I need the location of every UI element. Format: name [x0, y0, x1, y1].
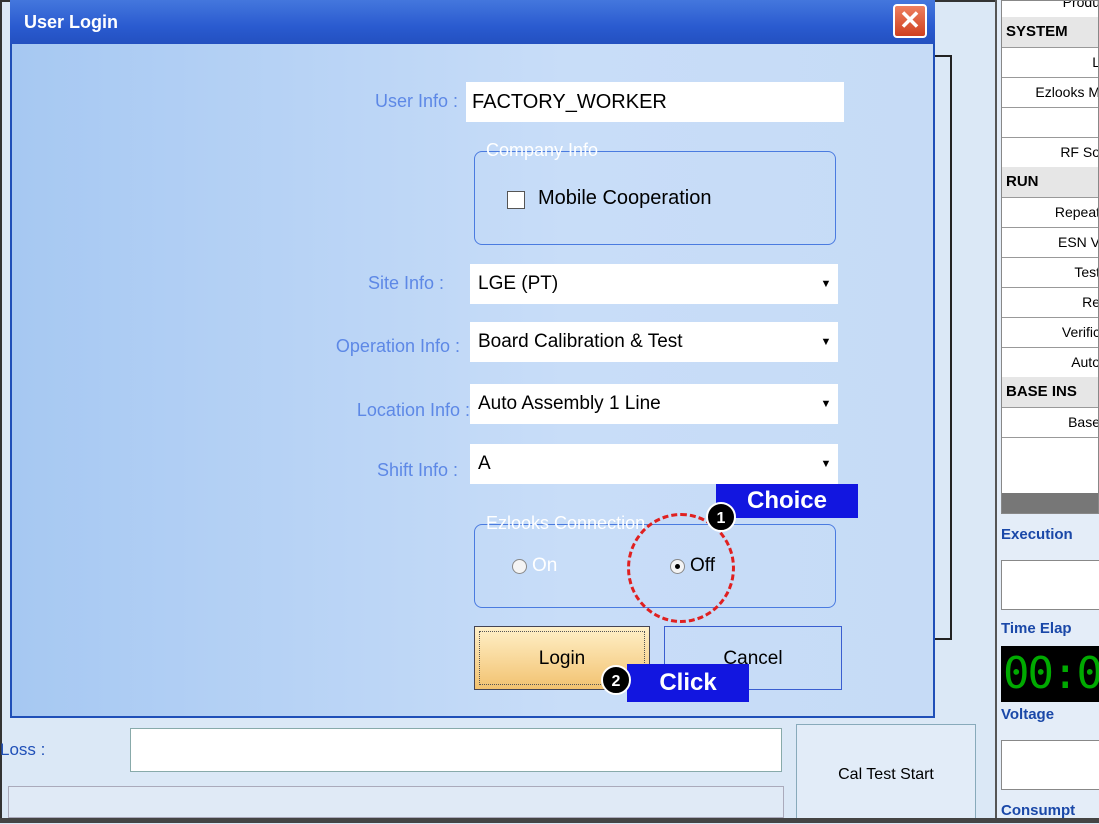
site-info-dropdown[interactable]: LGE (PT) ▼ [470, 264, 838, 304]
bottom-border [0, 818, 1099, 823]
cal-test-start-button[interactable]: Cal Test Start [796, 724, 976, 823]
chevron-down-icon[interactable]: ▼ [814, 324, 838, 360]
table-row: Auto [1002, 347, 1098, 378]
voltage-label: Voltage [1001, 706, 1055, 723]
step-1-badge: 1 [706, 502, 736, 532]
time-elapsed-display: 00:00 [1001, 646, 1099, 702]
user-info-field[interactable]: FACTORY_WORKER [466, 82, 844, 122]
table-row: L [1002, 47, 1098, 78]
user-info-label: User Info : [374, 91, 458, 111]
mobile-cooperation-label: Mobile Cooperation [538, 187, 712, 209]
consumption-label: Consumpt [1001, 802, 1076, 819]
loss-label: Loss : [0, 740, 46, 759]
shift-info-label: Shift Info : [376, 460, 458, 480]
table-section-header: BASE INS [1002, 377, 1098, 408]
shift-info-dropdown[interactable]: A ▼ [470, 444, 838, 484]
chevron-down-icon[interactable]: ▼ [814, 446, 838, 482]
location-info-label: Location Info : [356, 400, 470, 420]
loss-field[interactable] [130, 728, 782, 772]
table-row: Repeat [1002, 197, 1098, 228]
click-callout: Click [627, 664, 749, 702]
table-row: RF So [1002, 137, 1098, 168]
operation-info-label: Operation Info : [335, 336, 460, 356]
table-row: Ezlooks M [1002, 77, 1098, 108]
operation-info-dropdown[interactable]: Board Calibration & Test ▼ [470, 322, 838, 362]
site-info-label: Site Info : [367, 273, 444, 293]
status-table: Produ SYSTEM L Ezlooks M RF So RUN Repea… [1001, 0, 1099, 514]
table-row: Test [1002, 257, 1098, 288]
table-row: Produ [1002, 1, 1098, 18]
status-strip [8, 786, 784, 818]
operation-info-value: Board Calibration & Test [478, 331, 683, 352]
shift-info-value: A [478, 453, 491, 474]
execution-field [1001, 560, 1099, 610]
time-elapsed-label: Time Elap [1001, 620, 1072, 637]
table-row: ESN V [1002, 227, 1098, 258]
close-button[interactable]: ✕ [893, 4, 927, 38]
table-row: Verific [1002, 317, 1098, 348]
table-section-header: RUN [1002, 167, 1098, 198]
close-icon: ✕ [899, 5, 921, 35]
location-info-value: Auto Assembly 1 Line [478, 393, 661, 414]
table-row: Re [1002, 287, 1098, 318]
mobile-cooperation-checkbox[interactable] [507, 191, 525, 209]
ezlooks-on-label: On [532, 555, 558, 576]
step-2-badge: 2 [601, 665, 631, 695]
table-row [1002, 107, 1098, 138]
ezlooks-connection-title: Ezlooks Connection [486, 513, 646, 533]
company-info-title: Company Info [486, 140, 599, 160]
table-row: Base [1002, 407, 1098, 438]
voltage-field [1001, 740, 1099, 790]
location-info-dropdown[interactable]: Auto Assembly 1 Line ▼ [470, 384, 838, 424]
ezlooks-on-radio[interactable] [512, 559, 527, 574]
table-section-header: SYSTEM [1002, 17, 1098, 48]
content-frame [934, 55, 952, 640]
chevron-down-icon[interactable]: ▼ [814, 386, 838, 422]
site-info-value: LGE (PT) [478, 273, 559, 294]
chevron-down-icon[interactable]: ▼ [814, 266, 838, 302]
execution-label: Execution [1001, 526, 1073, 543]
choice-callout: Choice [716, 484, 858, 518]
dialog-titlebar [10, 0, 935, 44]
horizontal-scrollbar[interactable] [1002, 493, 1098, 513]
dialog-body [12, 44, 933, 716]
dialog-title: User Login [24, 12, 119, 32]
